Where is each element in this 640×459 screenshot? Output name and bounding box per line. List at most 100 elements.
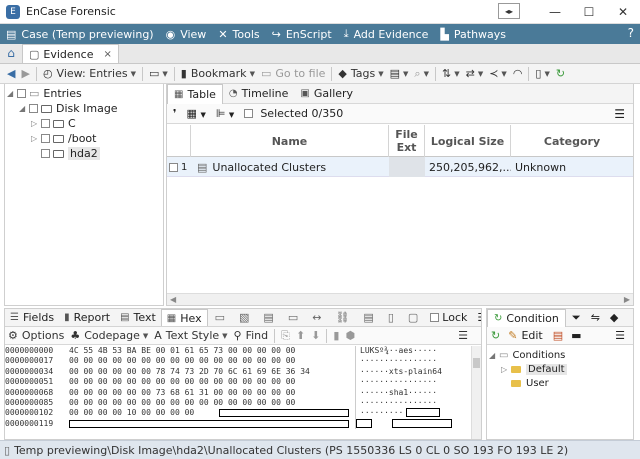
collapse-arrow-icon[interactable]: ◢ — [489, 351, 499, 360]
report-icon[interactable]: ▤ ▼ — [387, 67, 412, 80]
home-icon[interactable]: ⌂ — [0, 43, 22, 63]
bookmark-hex-icon[interactable]: ▮ — [330, 329, 342, 342]
maximize-button[interactable]: ☐ — [572, 0, 606, 24]
tab-gallery[interactable]: ▣ Gallery — [294, 84, 359, 104]
table-row[interactable]: 1 ▤ Unallocated Clusters 250,205,962,... … — [167, 157, 633, 177]
gauge-icon[interactable]: ◠ — [510, 67, 526, 80]
column-category[interactable]: Category — [511, 125, 633, 157]
collapse-arrow-icon[interactable]: ◢ — [19, 104, 29, 113]
restore-down-icon[interactable]: ◂▸ — [498, 3, 520, 19]
text-style-dropdown[interactable]: A Text Style ▼ — [151, 329, 230, 342]
up-icon[interactable]: ⬆ — [293, 329, 308, 342]
tag-cond-icon[interactable]: ◆ — [610, 311, 618, 324]
codepage-dropdown[interactable]: ♣ Codepage ▼ — [67, 329, 151, 342]
forward-arrow-icon[interactable]: ▶ — [18, 67, 32, 80]
filter-icon[interactable]: ≺ ▼ — [486, 67, 510, 80]
transcript-view-icon[interactable]: ▭ — [281, 309, 305, 326]
tree-item-entries[interactable]: ◢ ▭ Entries — [7, 86, 82, 101]
tree-item-user[interactable]: User — [501, 376, 549, 391]
view-entries-dropdown[interactable]: ◴ View: Entries ▼ — [40, 67, 139, 80]
process-icon[interactable]: ⇄ ▼ — [463, 67, 487, 80]
attachment-view-icon[interactable]: ▤ — [356, 309, 380, 326]
menu-view[interactable]: ◉ View — [160, 28, 213, 41]
tree-item-default[interactable]: ▷ Default — [501, 362, 567, 377]
scroll-thumb[interactable] — [473, 358, 480, 368]
select-all-checkbox[interactable] — [244, 109, 254, 118]
refresh-icon[interactable]: ↻ — [553, 67, 568, 80]
sort-levels-icon[interactable]: ⊫ ▼ — [216, 107, 234, 120]
tree-item-disk-image[interactable]: ◢ Disk Image — [19, 101, 118, 116]
expand-arrow-icon[interactable]: ▷ — [31, 119, 41, 128]
close-button[interactable]: ✕ — [606, 0, 640, 24]
tab-fields[interactable]: ☰ Fields — [5, 309, 59, 326]
device-icon[interactable]: ▯ ▼ — [532, 67, 552, 80]
tag-marker-icon[interactable]: ❜ — [173, 107, 177, 120]
tree-item-boot[interactable]: ▷ /boot — [31, 131, 96, 146]
tab-text[interactable]: ▤ Text — [115, 309, 161, 326]
lock-view-icon[interactable]: ▯ — [381, 309, 401, 326]
viewer-menu-icon[interactable]: ☰ — [472, 309, 481, 326]
folder-open-icon[interactable]: ▬ — [571, 329, 581, 342]
sort-icon[interactable]: ⇅ ▼ — [439, 67, 463, 80]
link-view-icon[interactable]: ⛓ — [328, 309, 356, 326]
table-menu-icon[interactable]: ☰ — [614, 107, 625, 121]
menu-pathways[interactable]: ▙ Pathways — [434, 28, 512, 41]
tree-item-c[interactable]: ▷ C — [31, 116, 76, 131]
file-view-icon[interactable]: ▤ — [256, 309, 280, 326]
goto-file-button[interactable]: ▭ Go to file — [258, 67, 328, 80]
bookmark-dropdown[interactable]: ▮ Bookmark ▼ — [178, 67, 258, 80]
funnel-icon[interactable]: ⏷ — [572, 311, 581, 325]
edit-button[interactable]: ✎ Edit — [508, 329, 543, 342]
column-name[interactable]: Name — [191, 125, 389, 157]
lock-checkbox[interactable]: Lock — [425, 309, 472, 326]
close-tab-icon[interactable]: × — [103, 49, 111, 60]
lock-toggle-icon[interactable]: ▢ — [401, 309, 425, 326]
down-icon[interactable]: ⬇ — [308, 329, 323, 342]
column-logical-size[interactable]: Logical Size — [425, 125, 511, 157]
collapse-arrow-icon[interactable]: ◢ — [7, 89, 17, 98]
doc-view-icon[interactable]: ▭ — [208, 309, 232, 326]
horizontal-scrollbar[interactable]: ◀ ▶ — [167, 293, 633, 305]
menu-tools[interactable]: ✕ Tools — [212, 28, 265, 41]
hex-menu-icon[interactable]: ☰ — [455, 329, 471, 342]
tab-evidence[interactable]: ▢ Evidence × — [22, 44, 119, 63]
menu-case[interactable]: ▤ Case (Temp previewing) — [0, 28, 160, 41]
tab-timeline[interactable]: ◔ Timeline — [223, 84, 295, 104]
columns-icon[interactable]: ▦ ▼ — [187, 107, 206, 120]
options-button[interactable]: ⚙ Options — [5, 329, 67, 342]
conditions-menu-icon[interactable]: ☰ — [615, 329, 625, 342]
swap-icon[interactable]: ⇋ — [591, 311, 600, 324]
hex-dump[interactable]: 0000000000 4C 55 4B 53 BA BE 00 01 61 65 … — [5, 346, 471, 439]
tab-report[interactable]: ▮ Report — [59, 309, 115, 326]
entries-checkbox[interactable] — [17, 89, 26, 98]
menu-add-evidence[interactable]: ⤓ Add Evidence — [338, 27, 435, 41]
run-icon[interactable]: ↻ — [491, 329, 500, 342]
hex-vertical-scrollbar[interactable] — [471, 346, 481, 439]
search-icon[interactable]: ⌕ ▼ — [411, 67, 432, 81]
menu-enscript[interactable]: ↪ EnScript — [266, 28, 338, 41]
tags-dropdown[interactable]: ◆ Tags ▼ — [335, 67, 386, 80]
back-arrow-icon[interactable]: ◀ — [4, 67, 18, 80]
disk-image-checkbox[interactable] — [29, 104, 38, 113]
c-checkbox[interactable] — [41, 119, 50, 128]
tree-item-conditions[interactable]: ◢ ▭ Conditions — [489, 348, 565, 363]
find-button[interactable]: ⚲ Find — [231, 329, 272, 342]
tree-item-hda2[interactable]: hda2 — [31, 146, 100, 161]
row-checkbox[interactable] — [169, 162, 178, 172]
new-condition-icon[interactable]: ▤ — [553, 329, 563, 342]
column-file-ext[interactable]: File Ext — [389, 125, 425, 157]
tab-hex[interactable]: ▦ Hex — [160, 309, 208, 326]
expand-arrow-icon[interactable]: ▷ — [501, 365, 511, 374]
tab-condition[interactable]: ↻ Condition — [487, 308, 566, 327]
compare-view-icon[interactable]: ↔ — [305, 309, 328, 326]
minimize-button[interactable]: — — [538, 0, 572, 24]
boot-checkbox[interactable] — [41, 134, 50, 143]
tab-table[interactable]: ▦ Table — [167, 83, 223, 104]
export-icon[interactable]: ⬢ — [342, 329, 358, 342]
help-icon[interactable]: ? — [628, 26, 634, 40]
hda2-checkbox[interactable] — [41, 149, 50, 158]
expand-arrow-icon[interactable]: ▷ — [31, 134, 41, 143]
copy-icon[interactable]: ⎘ — [278, 329, 293, 343]
picture-view-icon[interactable]: ▧ — [232, 309, 256, 326]
split-view-icon[interactable]: ▭ ▼ — [146, 67, 171, 80]
